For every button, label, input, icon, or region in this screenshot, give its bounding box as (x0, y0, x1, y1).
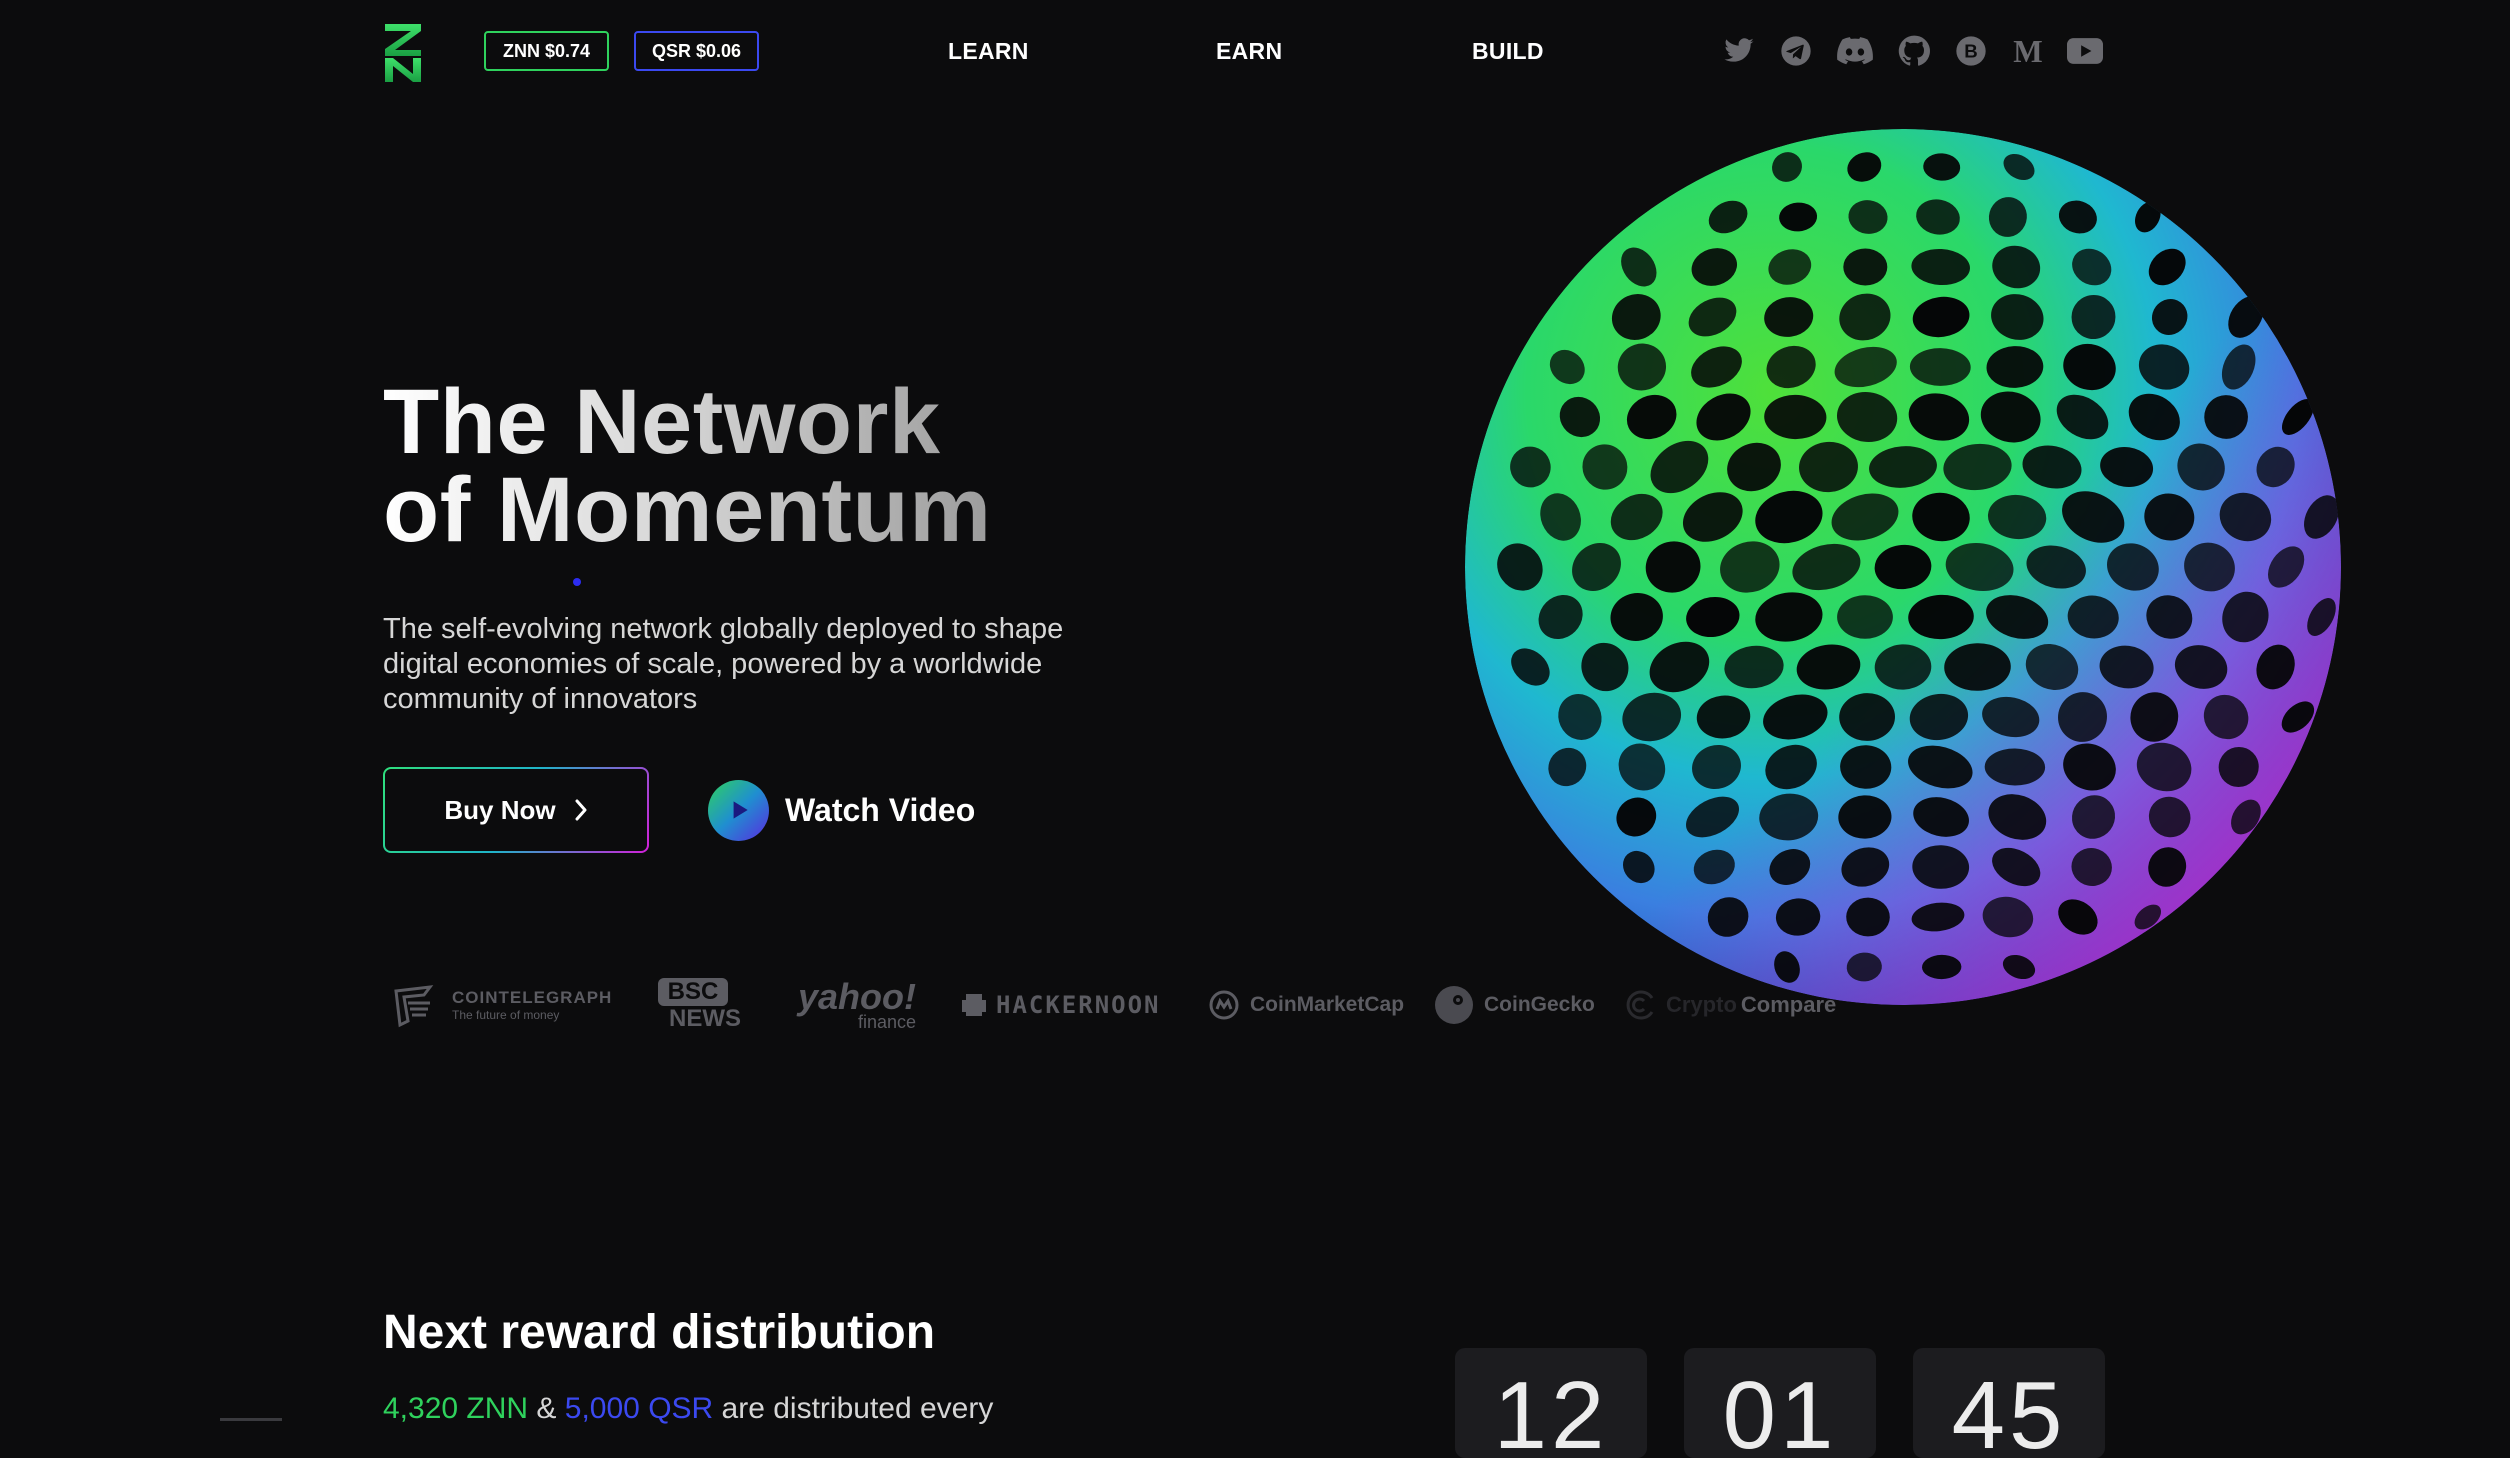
reward-ampersand: & (536, 1392, 557, 1425)
countdown-seconds-value: 45 (1951, 1362, 2067, 1458)
press-logo-yahoo-finance[interactable]: yahoo! finance (798, 976, 917, 1032)
hero-title-line1: The Network (383, 371, 941, 473)
buy-now-button[interactable]: Buy Now (383, 767, 649, 853)
cryptocompare-label-crypto: Crypto (1666, 992, 1737, 1017)
cointelegraph-label: COINTELEGRAPH (452, 988, 613, 1007)
sphere-hole (1843, 248, 1888, 286)
zenon-logo[interactable] (383, 22, 423, 84)
reward-desc-rest: are distributed every (721, 1392, 994, 1425)
nav-learn[interactable]: LEARN (948, 38, 1029, 65)
decorative-dot (573, 578, 581, 586)
press-logo-coingecko[interactable]: CoinGecko (1434, 980, 1595, 1030)
press-logo-coinmarketcap[interactable]: CoinMarketCap (1208, 980, 1404, 1030)
medium-icon[interactable]: M (2010, 35, 2046, 67)
buy-now-label: Buy Now (444, 794, 556, 825)
coinmarketcap-icon (1209, 990, 1239, 1020)
press-logo-cointelegraph[interactable]: COINTELEGRAPH The future of money (390, 980, 612, 1030)
watch-video-button[interactable]: Watch Video (708, 779, 975, 841)
news-label: NEWS (669, 1005, 741, 1032)
scroll-indicator (220, 1418, 282, 1421)
twitter-icon[interactable] (1723, 35, 1755, 67)
coingecko-icon (1435, 986, 1473, 1024)
sphere-hole (1837, 595, 1893, 639)
press-logo-hackernoon[interactable]: HACKERNOON (962, 980, 1161, 1030)
yahoo-finance-label: finance (857, 1012, 917, 1032)
nav-build[interactable]: BUILD (1472, 38, 1544, 65)
cryptocompare-icon (1626, 990, 1654, 1020)
cointelegraph-tagline: The future of money (452, 1008, 560, 1022)
press-logo-cryptocompare[interactable]: Crypto Compare (1622, 980, 1836, 1030)
watch-video-label: Watch Video (785, 791, 976, 828)
telegram-icon[interactable] (1780, 35, 1812, 67)
reward-section-title: Next reward distribution (383, 1306, 936, 1359)
bsc-label: BSC (657, 978, 729, 1006)
svg-text:M: M (2013, 35, 2042, 67)
coinmarketcap-label: CoinMarketCap (1250, 993, 1405, 1016)
hero-title-line2: of Momentum (383, 459, 992, 561)
play-icon (708, 779, 769, 841)
hero-title: The Network of Momentum (383, 378, 992, 554)
youtube-icon[interactable] (2067, 35, 2103, 67)
hackernoon-icon (962, 994, 986, 1016)
hackernoon-label: HACKERNOON (996, 991, 1161, 1019)
countdown-seconds: 45 (1913, 1348, 2105, 1458)
hero-sphere-image (1462, 126, 2344, 1008)
znn-price-badge[interactable]: ZNN $0.74 (484, 31, 609, 71)
countdown-hours-value: 12 (1493, 1362, 1609, 1458)
qsr-price-badge[interactable]: QSR $0.06 (634, 31, 759, 71)
svg-text:B: B (1964, 41, 1977, 62)
cointelegraph-icon (394, 985, 434, 1028)
github-icon[interactable] (1898, 35, 1930, 67)
countdown-minutes: 01 (1684, 1348, 1876, 1458)
press-logo-bsc-news[interactable]: BSC NEWS (645, 978, 741, 1032)
nav-earn[interactable]: EARN (1216, 38, 1282, 65)
coingecko-label: CoinGecko (1484, 993, 1595, 1016)
chevron-right-icon (575, 799, 587, 821)
yahoo-label: yahoo! (798, 976, 917, 1017)
znn-reward-amount: 4,320 ZNN (383, 1392, 529, 1425)
discord-icon[interactable] (1837, 35, 1873, 67)
qsr-reward-amount: 5,000 QSR (564, 1392, 714, 1425)
countdown-minutes-value: 01 (1722, 1362, 1838, 1458)
countdown-hours: 12 (1455, 1348, 1647, 1458)
cryptocompare-label-compare: Compare (1740, 992, 1837, 1017)
reward-description: 4,320 ZNN & 5,000 QSR are distributed ev… (383, 1392, 993, 1426)
hero-description: The self-evolving network globally deplo… (383, 613, 1064, 715)
bitcointalk-icon[interactable]: B (1955, 35, 1987, 67)
